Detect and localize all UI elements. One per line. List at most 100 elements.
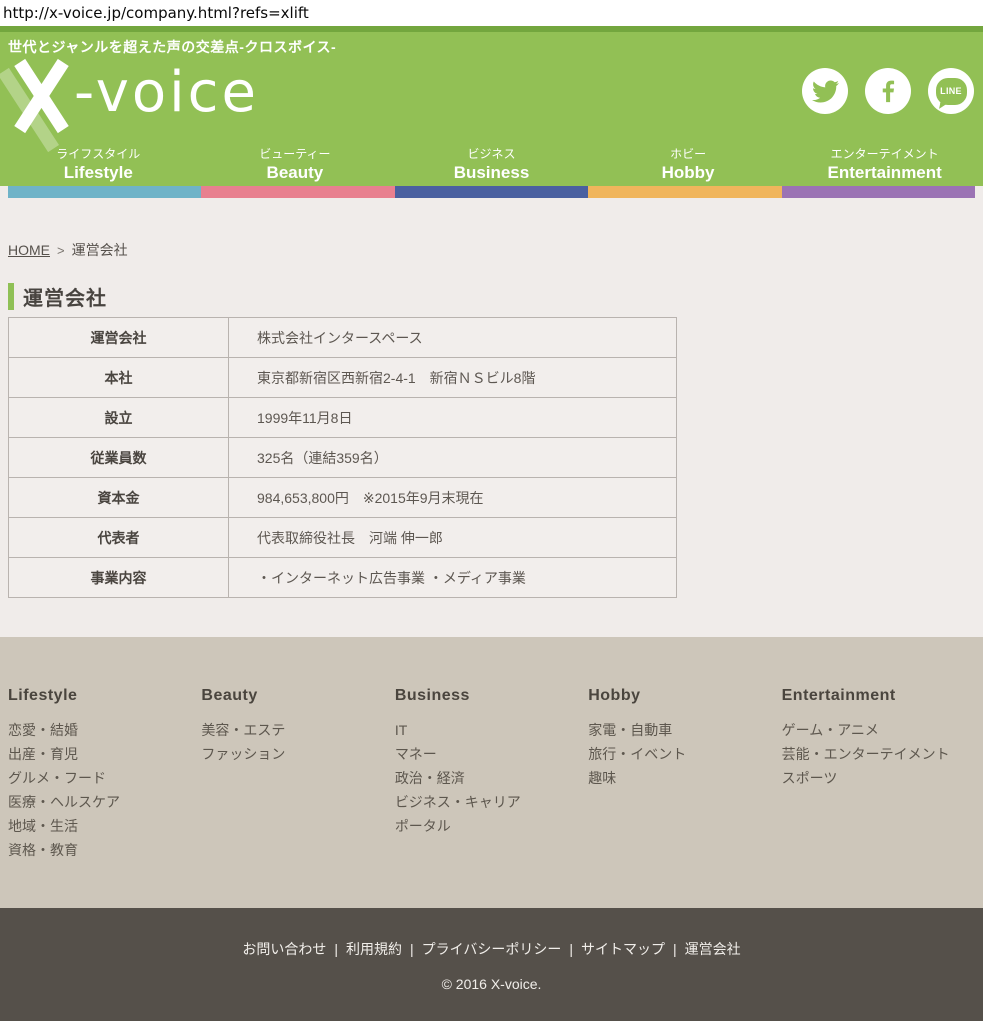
footer-link[interactable]: 旅行・イベント [588, 742, 781, 766]
page-title: 運営会社 [23, 282, 107, 311]
footer-col-business: Business IT マネー 政治・経済 ビジネス・キャリア ポータル [395, 687, 588, 862]
footer-col-hobby: Hobby 家電・自動車 旅行・イベント 趣味 [588, 687, 781, 862]
stripe-business [395, 186, 588, 198]
row-value: 984,653,800円 ※2015年9月末現在 [229, 478, 677, 518]
nav-label-en: Hobby [590, 162, 787, 183]
link-separator: | [410, 941, 414, 957]
footer-link[interactable]: ゲーム・アニメ [782, 718, 975, 742]
header-top-strip [0, 26, 983, 32]
nav-label-jp: エンターテイメント [786, 146, 983, 162]
page-url: http://x-voice.jp/company.html?refs=xlif… [3, 4, 309, 22]
footer-col-entertainment: Entertainment ゲーム・アニメ 芸能・エンターテイメント スポーツ [782, 687, 975, 862]
breadcrumb-current: 運営会社 [72, 242, 128, 258]
footer-link[interactable]: ビジネス・キャリア [395, 790, 588, 814]
legal-links: お問い合わせ|利用規約|プライバシーポリシー|サイトマップ|運営会社 [0, 939, 983, 959]
row-label: 本社 [9, 358, 229, 398]
row-value: ・インターネット広告事業 ・メディア事業 [229, 558, 677, 598]
footer-heading: Hobby [588, 687, 781, 705]
footer-link[interactable]: 芸能・エンターテイメント [782, 742, 975, 766]
nav-label-jp: ビューティー [197, 146, 394, 162]
footer-link[interactable]: 家電・自動車 [588, 718, 781, 742]
footer-link[interactable]: 美容・エステ [201, 718, 394, 742]
stripe-hobby [588, 186, 781, 198]
footer-link[interactable]: グルメ・フード [8, 766, 201, 790]
twitter-icon [812, 78, 839, 105]
copyright: © 2016 X-voice. [0, 976, 983, 992]
row-label: 設立 [9, 398, 229, 438]
row-label: 運営会社 [9, 318, 229, 358]
table-row: 運営会社 株式会社インタースペース [9, 318, 677, 358]
nav-item-business[interactable]: ビジネス Business [393, 146, 590, 183]
line-button[interactable]: LINE [928, 68, 974, 114]
social-links: LINE [802, 68, 974, 114]
table-row: 事業内容 ・インターネット広告事業 ・メディア事業 [9, 558, 677, 598]
legal-footer: お問い合わせ|利用規約|プライバシーポリシー|サイトマップ|運営会社 © 201… [0, 908, 983, 1021]
footer-heading: Business [395, 687, 588, 705]
footer-link[interactable]: IT [395, 718, 588, 742]
table-row: 代表者 代表取締役社長 河端 伸一郎 [9, 518, 677, 558]
nav-item-entertainment[interactable]: エンターテイメント Entertainment [786, 146, 983, 183]
nav-label-en: Business [393, 162, 590, 183]
table-row: 従業員数 325名（連結359名） [9, 438, 677, 478]
footer-link[interactable]: ファッション [201, 742, 394, 766]
stripe-beauty [201, 186, 394, 198]
row-value: 株式会社インタースペース [229, 318, 677, 358]
nav-label-en: Entertainment [786, 162, 983, 183]
footer-heading: Lifestyle [8, 687, 201, 705]
footer-link[interactable]: 医療・ヘルスケア [8, 790, 201, 814]
main-content: HOME > 運営会社 運営会社 運営会社 株式会社インタースペース 本社 東京都新… [0, 186, 983, 637]
twitter-button[interactable] [802, 68, 848, 114]
footer-heading: Entertainment [782, 687, 975, 705]
sitemap-footer: Lifestyle 恋愛・結婚 出産・育児 グルメ・フード 医療・ヘルスケア 地… [0, 637, 983, 908]
stripe-entertainment [782, 186, 975, 198]
privacy-link[interactable]: プライバシーポリシー [422, 941, 562, 957]
facebook-button[interactable] [865, 68, 911, 114]
footer-heading: Beauty [201, 687, 394, 705]
nav-label-en: Beauty [197, 162, 394, 183]
row-label: 従業員数 [9, 438, 229, 478]
footer-link[interactable]: 政治・経済 [395, 766, 588, 790]
row-value: 325名（連結359名） [229, 438, 677, 478]
footer-link[interactable]: 趣味 [588, 766, 781, 790]
footer-link[interactable]: スポーツ [782, 766, 975, 790]
row-label: 事業内容 [9, 558, 229, 598]
footer-col-lifestyle: Lifestyle 恋愛・結婚 出産・育児 グルメ・フード 医療・ヘルスケア 地… [8, 687, 201, 862]
table-row: 資本金 984,653,800円 ※2015年9月末現在 [9, 478, 677, 518]
logo-wordmark: -voice [74, 58, 259, 128]
nav-item-hobby[interactable]: ホビー Hobby [590, 146, 787, 183]
page-title-block: 運営会社 [8, 283, 983, 310]
breadcrumb-home-link[interactable]: HOME [8, 242, 50, 258]
footer-col-beauty: Beauty 美容・エステ ファッション [201, 687, 394, 862]
row-label: 資本金 [9, 478, 229, 518]
footer-link[interactable]: 恋愛・結婚 [8, 718, 201, 742]
link-separator: | [569, 941, 573, 957]
breadcrumb: HOME > 運営会社 [8, 240, 983, 257]
row-value: 東京都新宿区西新宿2-4-1 新宿ＮＳビル8階 [229, 358, 677, 398]
footer-link[interactable]: 出産・育児 [8, 742, 201, 766]
sitemap-link[interactable]: サイトマップ [581, 941, 665, 957]
logo-x-mark [8, 58, 74, 134]
stripe-lifestyle [8, 186, 201, 198]
footer-link[interactable]: ポータル [395, 814, 588, 838]
nav-item-lifestyle[interactable]: ライフスタイル Lifestyle [0, 146, 197, 183]
nav-item-beauty[interactable]: ビューティー Beauty [197, 146, 394, 183]
title-accent-bar [8, 283, 14, 310]
contact-link[interactable]: お問い合わせ [242, 941, 326, 957]
site-logo[interactable]: -voice [8, 58, 259, 134]
link-separator: | [673, 941, 677, 957]
nav-label-jp: ホビー [590, 146, 787, 162]
table-row: 設立 1999年11月8日 [9, 398, 677, 438]
category-color-stripe [8, 186, 975, 198]
footer-link[interactable]: 地域・生活 [8, 814, 201, 838]
browser-url-bar[interactable]: http://x-voice.jp/company.html?refs=xlif… [0, 0, 983, 26]
company-link[interactable]: 運営会社 [685, 941, 741, 957]
footer-link[interactable]: 資格・教育 [8, 838, 201, 862]
breadcrumb-separator: > [57, 243, 65, 258]
terms-link[interactable]: 利用規約 [346, 941, 402, 957]
company-info-table: 運営会社 株式会社インタースペース 本社 東京都新宿区西新宿2-4-1 新宿ＮＳ… [8, 317, 677, 598]
site-tagline: 世代とジャンルを超えた声の交差点-クロスボイス- [8, 37, 336, 57]
footer-link[interactable]: マネー [395, 742, 588, 766]
line-icon: LINE [936, 78, 967, 105]
nav-label-jp: ライフスタイル [0, 146, 197, 162]
row-label: 代表者 [9, 518, 229, 558]
